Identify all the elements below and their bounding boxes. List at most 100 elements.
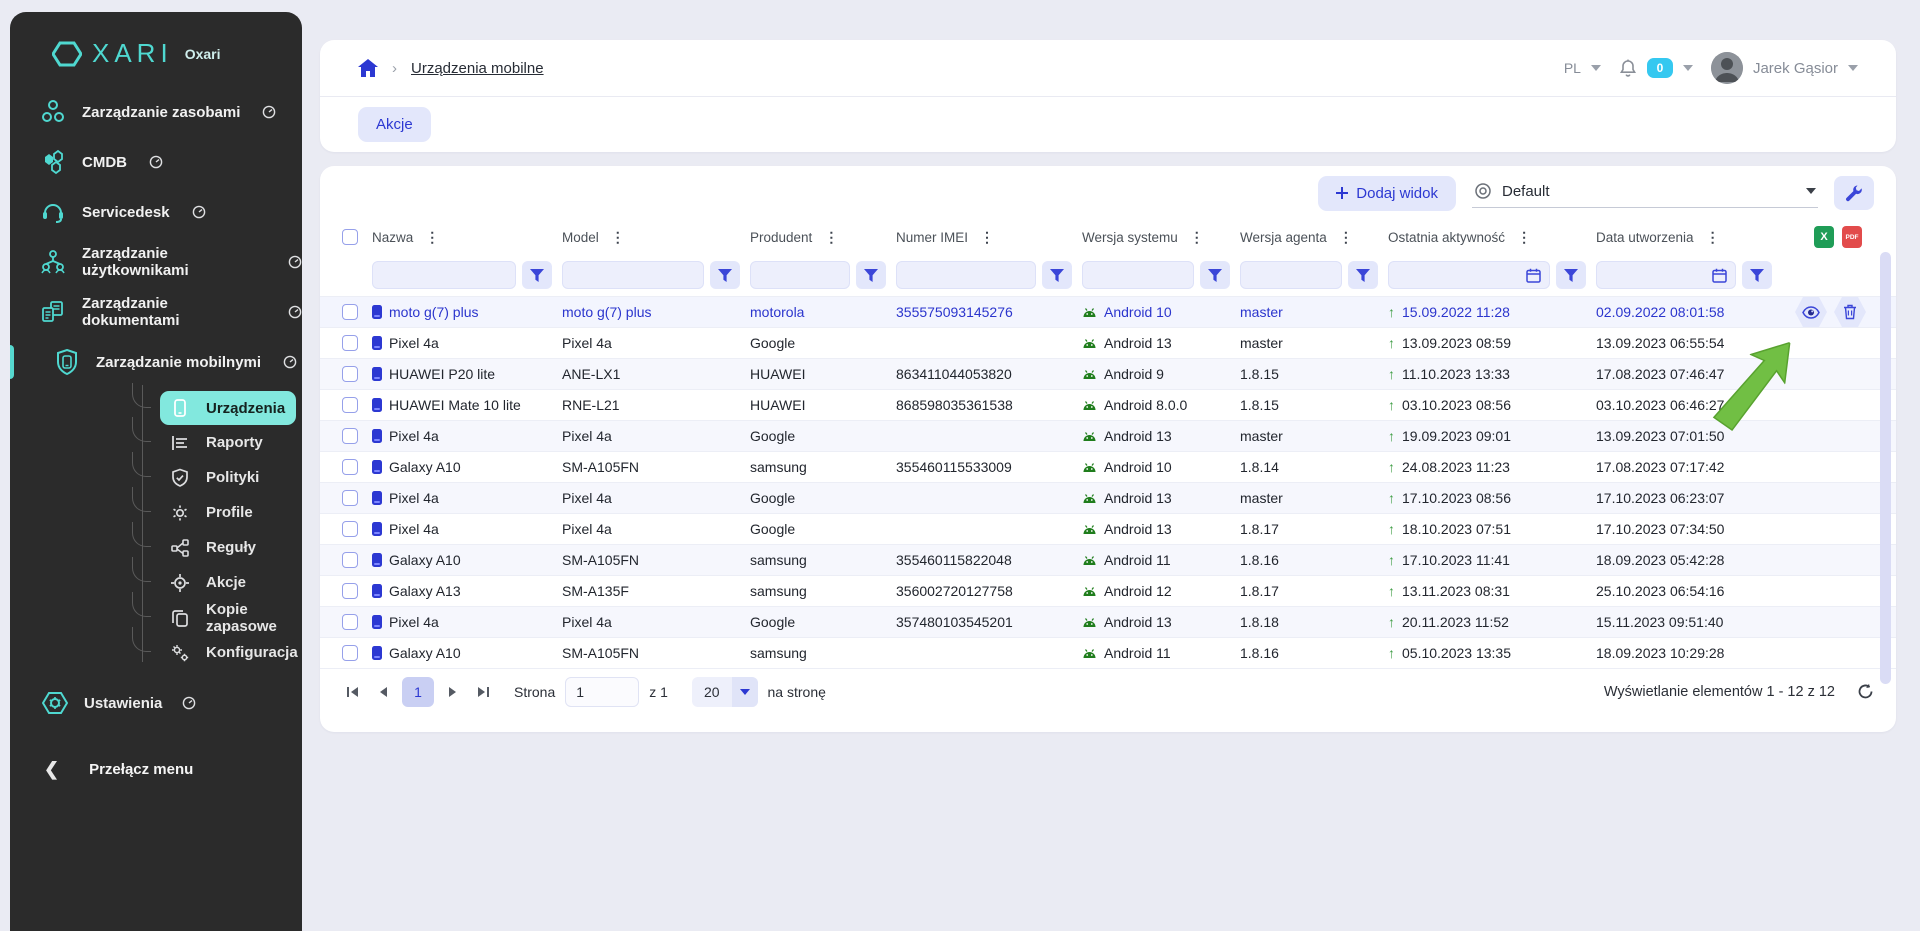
table-header-row: Nazwa⋮Model⋮Produdent⋮Numer IMEI⋮Wersja …: [320, 220, 1896, 254]
sidebar-item-4[interactable]: Zarządzanie dokumentami: [10, 287, 302, 337]
calendar-icon[interactable]: [1526, 268, 1541, 283]
row-checkbox[interactable]: [342, 459, 358, 475]
first-page-button[interactable]: [342, 686, 364, 698]
table-row[interactable]: Pixel 4aPixel 4aGoogleAndroid 13master↑1…: [320, 327, 1896, 358]
filter-input[interactable]: [562, 261, 704, 289]
sidebar-item-1[interactable]: CMDB: [10, 137, 302, 187]
filter-input[interactable]: [1388, 261, 1550, 289]
cell-created: 18.09.2023 05:42:28: [1596, 552, 1782, 568]
filter-funnel-button[interactable]: [522, 261, 552, 289]
filter-funnel-button[interactable]: [1200, 261, 1230, 289]
column-menu-icon[interactable]: ⋮: [611, 230, 625, 244]
row-checkbox[interactable]: [342, 397, 358, 413]
table-row[interactable]: HUAWEI P20 liteANE-LX1HUAWEI863411044053…: [320, 358, 1896, 389]
row-checkbox[interactable]: [342, 366, 358, 382]
bell-icon[interactable]: [1619, 59, 1637, 78]
chevron-down-icon[interactable]: [1683, 65, 1693, 71]
actions-button[interactable]: Akcje: [358, 107, 431, 142]
filter-funnel-button[interactable]: [1042, 261, 1072, 289]
sidebar-subitem-7[interactable]: Konfiguracja: [160, 635, 302, 670]
sidebar-subitem-0[interactable]: Urządzenia: [160, 391, 296, 425]
row-checkbox[interactable]: [342, 304, 358, 320]
column-menu-icon[interactable]: ⋮: [1517, 230, 1531, 244]
next-page-button[interactable]: [444, 686, 462, 698]
table-row[interactable]: Pixel 4aPixel 4aGoogleAndroid 13master↑1…: [320, 482, 1896, 513]
filter-funnel-button[interactable]: [1556, 261, 1586, 289]
table-row[interactable]: HUAWEI Mate 10 liteRNE-L21HUAWEI86859803…: [320, 389, 1896, 420]
filter-funnel-button[interactable]: [710, 261, 740, 289]
sidebar-subitem-1[interactable]: Raporty: [160, 425, 302, 460]
sidebar-subitem-5[interactable]: Akcje: [160, 565, 302, 600]
cell-imei: 357480103545201: [896, 614, 1082, 630]
last-page-button[interactable]: [472, 686, 494, 698]
prev-page-button[interactable]: [374, 686, 392, 698]
select-all-checkbox[interactable]: [342, 229, 358, 245]
home-icon[interactable]: [358, 59, 378, 77]
avatar[interactable]: [1711, 52, 1743, 84]
column-menu-icon[interactable]: ⋮: [980, 230, 994, 244]
column-menu-icon[interactable]: ⋮: [425, 230, 439, 244]
filter-funnel-button[interactable]: [1348, 261, 1378, 289]
column-menu-icon[interactable]: ⋮: [1339, 230, 1353, 244]
table-row[interactable]: Galaxy A10SM-A105FNsamsungAndroid 111.8.…: [320, 637, 1896, 668]
breadcrumb-link[interactable]: Urządzenia mobilne: [411, 60, 544, 77]
notification-badge[interactable]: 0: [1647, 58, 1673, 78]
view-select[interactable]: Default: [1472, 178, 1818, 208]
delete-row-button[interactable]: [1834, 297, 1866, 327]
filter-funnel-button[interactable]: [856, 261, 886, 289]
filter-input[interactable]: [750, 261, 850, 289]
cell-model: Pixel 4a: [562, 614, 750, 630]
row-checkbox[interactable]: [342, 490, 358, 506]
sidebar-item-3[interactable]: Zarządzanie użytkownikami: [10, 237, 302, 287]
sidebar-subitem-4[interactable]: Reguły: [160, 530, 302, 565]
row-checkbox[interactable]: [342, 614, 358, 630]
filter-input[interactable]: [1596, 261, 1736, 289]
row-checkbox[interactable]: [342, 335, 358, 351]
table-row[interactable]: Galaxy A10SM-A105FNsamsung35546011553300…: [320, 451, 1896, 482]
chevron-down-icon[interactable]: [1848, 65, 1858, 71]
row-checkbox[interactable]: [342, 521, 358, 537]
row-checkbox[interactable]: [342, 645, 358, 661]
table-row[interactable]: Pixel 4aPixel 4aGoogleAndroid 13master↑1…: [320, 420, 1896, 451]
column-menu-icon[interactable]: ⋮: [824, 230, 838, 244]
export-excel-icon[interactable]: X: [1814, 226, 1834, 248]
row-checkbox[interactable]: [342, 583, 358, 599]
filter-input[interactable]: [372, 261, 516, 289]
sidebar-subitem-6[interactable]: Kopie zapasowe: [160, 600, 302, 635]
per-page-select[interactable]: 20: [692, 677, 758, 707]
export-pdf-icon[interactable]: PDF: [1842, 226, 1862, 248]
filter-input[interactable]: [1240, 261, 1342, 289]
page-input[interactable]: [565, 677, 639, 707]
sidebar-subitem-2[interactable]: Polityki: [160, 460, 302, 495]
sidebar-subitem-3[interactable]: Profile: [160, 495, 302, 530]
table-row[interactable]: Pixel 4aPixel 4aGoogleAndroid 131.8.17↑1…: [320, 513, 1896, 544]
language-selector[interactable]: PL: [1564, 60, 1581, 76]
table-scrollbar[interactable]: [1880, 252, 1891, 684]
cell-model: moto g(7) plus: [562, 304, 750, 320]
view-row-button[interactable]: [1795, 297, 1827, 327]
sidebar-item-0[interactable]: Zarządzanie zasobami: [10, 87, 302, 137]
filter-funnel-button[interactable]: [1742, 261, 1772, 289]
sidebar-item-2[interactable]: Servicedesk: [10, 187, 302, 237]
sidebar-item-settings[interactable]: Ustawienia: [10, 676, 302, 730]
table-row[interactable]: Pixel 4aPixel 4aGoogle357480103545201And…: [320, 606, 1896, 637]
user-name[interactable]: Jarek Gąsior: [1753, 60, 1838, 77]
filter-input[interactable]: [1082, 261, 1194, 289]
column-menu-icon[interactable]: ⋮: [1190, 230, 1204, 244]
menu-toggle[interactable]: ❮ Przełącz menu: [10, 744, 302, 794]
sidebar-item-5[interactable]: Zarządzanie mobilnymi: [10, 337, 302, 387]
table-row[interactable]: moto g(7) plusmoto g(7) plusmotorola3555…: [320, 296, 1896, 327]
row-checkbox[interactable]: [342, 428, 358, 444]
calendar-icon[interactable]: [1712, 268, 1727, 283]
table-row[interactable]: Galaxy A13SM-A135Fsamsung356002720127758…: [320, 575, 1896, 606]
add-view-button[interactable]: Dodaj widok: [1318, 176, 1456, 211]
chevron-down-icon[interactable]: [1591, 65, 1601, 71]
table-row[interactable]: Galaxy A10SM-A105FNsamsung35546011582204…: [320, 544, 1896, 575]
android-icon: [1082, 585, 1097, 597]
column-menu-icon[interactable]: ⋮: [1706, 230, 1720, 244]
column-settings-button[interactable]: [1834, 176, 1874, 210]
refresh-icon[interactable]: [1857, 683, 1874, 700]
filter-input[interactable]: [896, 261, 1036, 289]
page-number-button[interactable]: 1: [402, 677, 434, 707]
row-checkbox[interactable]: [342, 552, 358, 568]
